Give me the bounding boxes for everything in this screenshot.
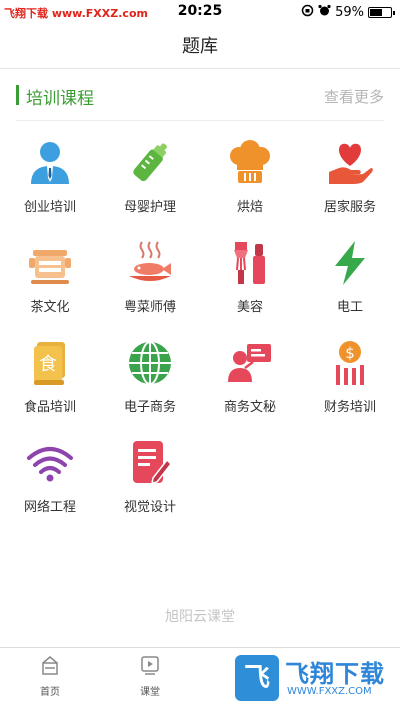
course-label: 茶文化	[30, 300, 70, 315]
watermark-logo: 飞 飞翔下载 WWW.FXXZ.COM	[233, 653, 393, 703]
course-item-cantonese-chef[interactable]: 粤菜师傅	[100, 232, 200, 322]
course-label: 电工	[336, 300, 363, 315]
alarm-icon	[318, 4, 331, 21]
course-item-visual-design[interactable]: 视觉设计	[100, 432, 200, 522]
lightning-icon	[325, 238, 375, 288]
watermark-url: WWW.FXXZ.COM	[287, 686, 372, 697]
baby-bottle-icon	[125, 138, 175, 188]
home-icon	[39, 654, 61, 680]
course-item-food-training[interactable]: 食 食品培训	[0, 332, 100, 422]
section-accent-bar	[16, 85, 19, 105]
businessman-icon	[25, 138, 75, 188]
course-label: 财务培训	[323, 400, 376, 415]
course-label: 母婴护理	[123, 200, 176, 215]
fish-dish-icon	[125, 238, 175, 288]
tab-classroom[interactable]: 课堂	[120, 654, 180, 698]
rotation-lock-icon	[301, 4, 314, 21]
course-item-business-secretary[interactable]: 商务文秘	[200, 332, 300, 422]
watermark-logo-mark: 飞	[235, 655, 279, 701]
course-item-home-service[interactable]: 居家服务	[300, 132, 400, 222]
globe-icon	[125, 338, 175, 388]
course-item-maternal-care[interactable]: 母婴护理	[100, 132, 200, 222]
course-label: 商务文秘	[223, 400, 276, 415]
tab-home[interactable]: 首页	[20, 654, 80, 698]
battery-fill	[370, 9, 382, 16]
svg-text:$: $	[345, 344, 355, 362]
course-label: 食品培训	[23, 400, 76, 415]
food-book-icon: 食	[25, 338, 75, 388]
tea-pot-icon	[25, 238, 75, 288]
battery-percent: 59%	[335, 5, 364, 20]
course-label: 居家服务	[323, 200, 376, 215]
course-item-tea-culture[interactable]: 茶文化	[0, 232, 100, 322]
chef-hat-icon	[225, 138, 275, 188]
course-item-finance-training[interactable]: $ 财务培训	[300, 332, 400, 422]
course-label: 创业培训	[23, 200, 76, 215]
page-title: 题库	[182, 36, 218, 57]
cosmetics-icon	[225, 238, 275, 288]
heart-hand-icon	[325, 138, 375, 188]
section-header: 培训课程 查看更多	[16, 82, 384, 109]
course-item-entrepreneurship[interactable]: 创业培训	[0, 132, 100, 222]
tab-label: 首页	[40, 687, 60, 698]
course-label: 烘焙	[236, 200, 263, 215]
course-item-network-engineering[interactable]: 网络工程	[0, 432, 100, 522]
tab-label: 课堂	[140, 687, 160, 698]
course-label: 网络工程	[23, 500, 76, 515]
money-icon: $	[325, 338, 375, 388]
watermark-title: 飞翔下载	[285, 660, 385, 688]
video-play-icon	[139, 654, 161, 680]
design-doc-icon	[125, 438, 175, 488]
footer-brand: 旭阳云课堂	[165, 609, 235, 625]
status-bar: 飞翔下载 www.FXXZ.com 20:25 59%	[0, 0, 400, 24]
wifi-icon	[25, 438, 75, 488]
course-item-beauty[interactable]: 美容	[200, 232, 300, 322]
course-label: 美容	[236, 300, 263, 315]
course-label: 电子商务	[123, 400, 176, 415]
view-more-link[interactable]: 查看更多	[324, 86, 384, 107]
course-label: 粤菜师傅	[123, 300, 176, 315]
course-item-baking[interactable]: 烘焙	[200, 132, 300, 222]
header-divider	[0, 68, 400, 69]
battery-icon	[368, 7, 395, 18]
section-title: 培训课程	[26, 89, 94, 109]
course-label: 视觉设计	[123, 500, 176, 515]
course-item-electrician[interactable]: 电工	[300, 232, 400, 322]
status-indicators: 59%	[301, 4, 395, 21]
section-divider	[16, 120, 384, 121]
presenter-icon	[225, 338, 275, 388]
svg-text:食: 食	[39, 354, 57, 375]
course-item-ecommerce[interactable]: 电子商务	[100, 332, 200, 422]
